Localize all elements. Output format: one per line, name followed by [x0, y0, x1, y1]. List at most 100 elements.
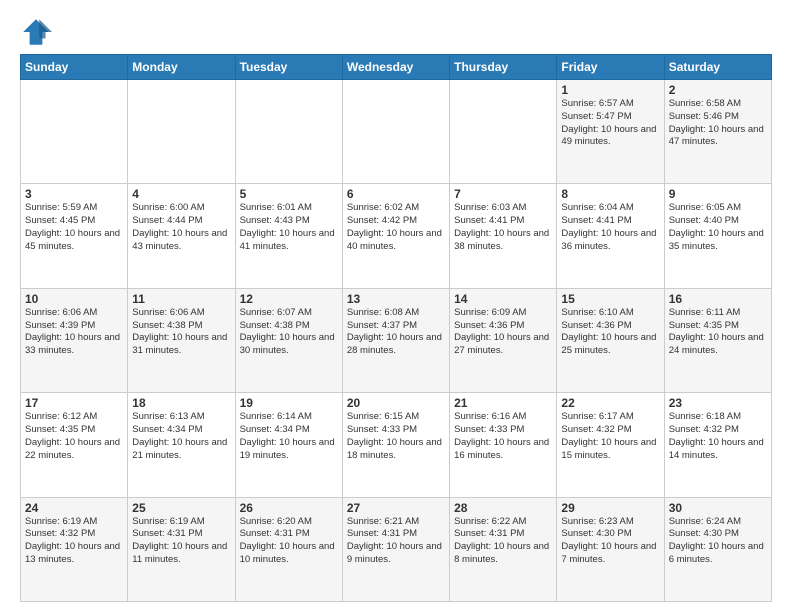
day-number: 19	[240, 396, 338, 410]
day-number: 13	[347, 292, 445, 306]
calendar-cell	[342, 80, 449, 184]
day-number: 22	[561, 396, 659, 410]
calendar-cell: 9Sunrise: 6:05 AM Sunset: 4:40 PM Daylig…	[664, 184, 771, 288]
day-info: Sunrise: 6:02 AM Sunset: 4:42 PM Dayligh…	[347, 202, 445, 253]
calendar-cell: 26Sunrise: 6:20 AM Sunset: 4:31 PM Dayli…	[235, 497, 342, 601]
day-number: 18	[132, 396, 230, 410]
calendar-table: SundayMondayTuesdayWednesdayThursdayFrid…	[20, 54, 772, 602]
calendar-cell: 11Sunrise: 6:06 AM Sunset: 4:38 PM Dayli…	[128, 288, 235, 392]
day-number: 11	[132, 292, 230, 306]
day-info: Sunrise: 6:22 AM Sunset: 4:31 PM Dayligh…	[454, 516, 552, 567]
day-info: Sunrise: 6:00 AM Sunset: 4:44 PM Dayligh…	[132, 202, 230, 253]
day-number: 2	[669, 83, 767, 97]
day-number: 25	[132, 501, 230, 515]
calendar-header-row: SundayMondayTuesdayWednesdayThursdayFrid…	[21, 55, 772, 80]
day-info: Sunrise: 6:16 AM Sunset: 4:33 PM Dayligh…	[454, 411, 552, 462]
calendar-cell: 16Sunrise: 6:11 AM Sunset: 4:35 PM Dayli…	[664, 288, 771, 392]
day-info: Sunrise: 6:58 AM Sunset: 5:46 PM Dayligh…	[669, 98, 767, 149]
day-number: 10	[25, 292, 123, 306]
weekday-header-monday: Monday	[128, 55, 235, 80]
calendar-week-row: 3Sunrise: 5:59 AM Sunset: 4:45 PM Daylig…	[21, 184, 772, 288]
day-info: Sunrise: 6:03 AM Sunset: 4:41 PM Dayligh…	[454, 202, 552, 253]
day-number: 9	[669, 187, 767, 201]
calendar-cell: 14Sunrise: 6:09 AM Sunset: 4:36 PM Dayli…	[450, 288, 557, 392]
day-info: Sunrise: 6:11 AM Sunset: 4:35 PM Dayligh…	[669, 307, 767, 358]
day-number: 3	[25, 187, 123, 201]
day-number: 24	[25, 501, 123, 515]
calendar-cell: 18Sunrise: 6:13 AM Sunset: 4:34 PM Dayli…	[128, 393, 235, 497]
calendar-cell: 8Sunrise: 6:04 AM Sunset: 4:41 PM Daylig…	[557, 184, 664, 288]
header	[20, 16, 772, 48]
weekday-header-friday: Friday	[557, 55, 664, 80]
day-number: 4	[132, 187, 230, 201]
weekday-header-sunday: Sunday	[21, 55, 128, 80]
calendar-cell: 22Sunrise: 6:17 AM Sunset: 4:32 PM Dayli…	[557, 393, 664, 497]
day-number: 27	[347, 501, 445, 515]
calendar-cell	[128, 80, 235, 184]
day-number: 29	[561, 501, 659, 515]
day-number: 23	[669, 396, 767, 410]
calendar-cell: 3Sunrise: 5:59 AM Sunset: 4:45 PM Daylig…	[21, 184, 128, 288]
day-info: Sunrise: 6:20 AM Sunset: 4:31 PM Dayligh…	[240, 516, 338, 567]
calendar-body: 1Sunrise: 6:57 AM Sunset: 5:47 PM Daylig…	[21, 80, 772, 602]
day-info: Sunrise: 6:06 AM Sunset: 4:39 PM Dayligh…	[25, 307, 123, 358]
day-info: Sunrise: 6:17 AM Sunset: 4:32 PM Dayligh…	[561, 411, 659, 462]
calendar-cell: 12Sunrise: 6:07 AM Sunset: 4:38 PM Dayli…	[235, 288, 342, 392]
day-info: Sunrise: 6:57 AM Sunset: 5:47 PM Dayligh…	[561, 98, 659, 149]
day-number: 6	[347, 187, 445, 201]
calendar-cell: 29Sunrise: 6:23 AM Sunset: 4:30 PM Dayli…	[557, 497, 664, 601]
logo-icon	[20, 16, 52, 48]
day-number: 7	[454, 187, 552, 201]
day-info: Sunrise: 6:10 AM Sunset: 4:36 PM Dayligh…	[561, 307, 659, 358]
weekday-header-saturday: Saturday	[664, 55, 771, 80]
day-number: 5	[240, 187, 338, 201]
day-info: Sunrise: 6:15 AM Sunset: 4:33 PM Dayligh…	[347, 411, 445, 462]
day-info: Sunrise: 5:59 AM Sunset: 4:45 PM Dayligh…	[25, 202, 123, 253]
page: SundayMondayTuesdayWednesdayThursdayFrid…	[0, 0, 792, 612]
calendar-cell: 7Sunrise: 6:03 AM Sunset: 4:41 PM Daylig…	[450, 184, 557, 288]
day-info: Sunrise: 6:21 AM Sunset: 4:31 PM Dayligh…	[347, 516, 445, 567]
day-number: 16	[669, 292, 767, 306]
day-number: 21	[454, 396, 552, 410]
calendar-cell: 20Sunrise: 6:15 AM Sunset: 4:33 PM Dayli…	[342, 393, 449, 497]
day-info: Sunrise: 6:06 AM Sunset: 4:38 PM Dayligh…	[132, 307, 230, 358]
day-info: Sunrise: 6:07 AM Sunset: 4:38 PM Dayligh…	[240, 307, 338, 358]
calendar-cell: 21Sunrise: 6:16 AM Sunset: 4:33 PM Dayli…	[450, 393, 557, 497]
day-info: Sunrise: 6:04 AM Sunset: 4:41 PM Dayligh…	[561, 202, 659, 253]
calendar-cell	[235, 80, 342, 184]
calendar-cell: 6Sunrise: 6:02 AM Sunset: 4:42 PM Daylig…	[342, 184, 449, 288]
day-info: Sunrise: 6:13 AM Sunset: 4:34 PM Dayligh…	[132, 411, 230, 462]
day-info: Sunrise: 6:12 AM Sunset: 4:35 PM Dayligh…	[25, 411, 123, 462]
calendar-week-row: 1Sunrise: 6:57 AM Sunset: 5:47 PM Daylig…	[21, 80, 772, 184]
day-number: 1	[561, 83, 659, 97]
day-info: Sunrise: 6:23 AM Sunset: 4:30 PM Dayligh…	[561, 516, 659, 567]
day-number: 28	[454, 501, 552, 515]
calendar-cell: 19Sunrise: 6:14 AM Sunset: 4:34 PM Dayli…	[235, 393, 342, 497]
day-info: Sunrise: 6:01 AM Sunset: 4:43 PM Dayligh…	[240, 202, 338, 253]
day-info: Sunrise: 6:08 AM Sunset: 4:37 PM Dayligh…	[347, 307, 445, 358]
calendar-cell: 28Sunrise: 6:22 AM Sunset: 4:31 PM Dayli…	[450, 497, 557, 601]
calendar-cell: 2Sunrise: 6:58 AM Sunset: 5:46 PM Daylig…	[664, 80, 771, 184]
day-number: 26	[240, 501, 338, 515]
weekday-header-tuesday: Tuesday	[235, 55, 342, 80]
day-number: 20	[347, 396, 445, 410]
calendar-cell: 24Sunrise: 6:19 AM Sunset: 4:32 PM Dayli…	[21, 497, 128, 601]
calendar-cell: 27Sunrise: 6:21 AM Sunset: 4:31 PM Dayli…	[342, 497, 449, 601]
calendar-week-row: 24Sunrise: 6:19 AM Sunset: 4:32 PM Dayli…	[21, 497, 772, 601]
calendar-cell: 17Sunrise: 6:12 AM Sunset: 4:35 PM Dayli…	[21, 393, 128, 497]
day-info: Sunrise: 6:05 AM Sunset: 4:40 PM Dayligh…	[669, 202, 767, 253]
calendar-cell: 13Sunrise: 6:08 AM Sunset: 4:37 PM Dayli…	[342, 288, 449, 392]
weekday-header-thursday: Thursday	[450, 55, 557, 80]
day-number: 8	[561, 187, 659, 201]
calendar-week-row: 10Sunrise: 6:06 AM Sunset: 4:39 PM Dayli…	[21, 288, 772, 392]
logo	[20, 16, 56, 48]
calendar-cell	[450, 80, 557, 184]
calendar-cell: 23Sunrise: 6:18 AM Sunset: 4:32 PM Dayli…	[664, 393, 771, 497]
day-number: 17	[25, 396, 123, 410]
day-info: Sunrise: 6:19 AM Sunset: 4:31 PM Dayligh…	[132, 516, 230, 567]
calendar-week-row: 17Sunrise: 6:12 AM Sunset: 4:35 PM Dayli…	[21, 393, 772, 497]
day-info: Sunrise: 6:19 AM Sunset: 4:32 PM Dayligh…	[25, 516, 123, 567]
day-number: 12	[240, 292, 338, 306]
day-info: Sunrise: 6:24 AM Sunset: 4:30 PM Dayligh…	[669, 516, 767, 567]
day-number: 14	[454, 292, 552, 306]
